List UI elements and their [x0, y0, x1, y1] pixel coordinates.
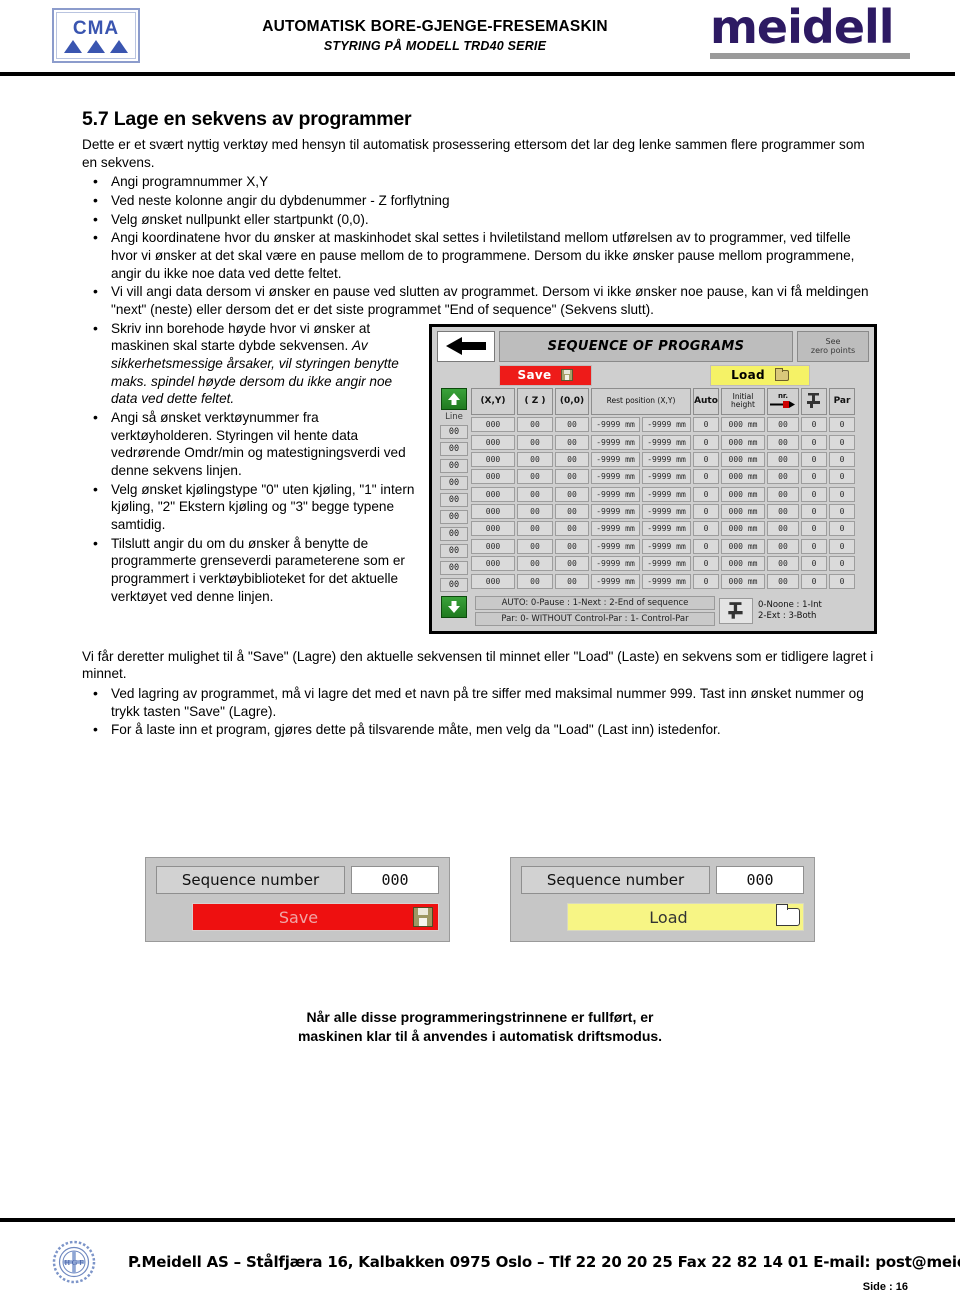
load-sequence-widget: Sequence number 000 Load: [510, 857, 815, 942]
header-divider: [0, 72, 955, 76]
list-item: Velg ønsket nullpunkt eller startpunkt (…: [82, 210, 877, 229]
closing-statement: Når alle disse programmeringstrinnene er…: [0, 1008, 960, 1046]
list-item: Skriv inn borehode høyde hvor vi ønsker …: [82, 319, 877, 408]
meidell-logo-text: meidell: [710, 0, 895, 54]
header-title-primary: AUTOMATISK BORE-GJENGE-FRESEMASKIN: [262, 18, 608, 35]
list-item: Tilslutt angir du om du ønsker å benytte…: [82, 534, 877, 606]
intro-paragraph: Dette er et svært nyttig verktøy med hen…: [82, 137, 865, 170]
document-content: 5.7 Lage en sekvens av programmer Dette …: [82, 108, 877, 740]
open-folder-icon: [775, 904, 800, 926]
save-load-widgets: Sequence number 000 Save Sequence number…: [0, 857, 960, 942]
load-button[interactable]: Load: [567, 903, 804, 931]
list-item: Ved lagring av programmet, må vi lagre d…: [82, 684, 877, 720]
load-sequence-number-label: Sequence number: [521, 866, 710, 894]
load-button-label: Load: [649, 907, 688, 927]
list-item: Ved neste kolonne angir du dybdenummer -…: [82, 191, 877, 210]
save-button[interactable]: Save: [192, 903, 439, 931]
list-item: Velg ønsket kjølingstype "0" uten kjølin…: [82, 480, 877, 534]
save-sequence-number-label: Sequence number: [156, 866, 345, 894]
footer-contact: P.Meidell AS – Stålfjæra 16, Kalbakken 0…: [128, 1253, 960, 1271]
bullet-list-top: Angi programnummer X,Y Ved neste kolonne…: [82, 172, 877, 318]
cma-logo: CMA: [52, 8, 140, 63]
coolant-legend-line2: 2-Ext : 3-Both: [758, 610, 817, 621]
meidell-logo: meidell: [710, 0, 910, 59]
floppy-disk-icon: [413, 907, 433, 927]
page-title: 5.7 Lage en sekvens av programmer: [82, 108, 412, 130]
cma-triangles-icon: [64, 39, 128, 53]
svg-text:H G F: H G F: [65, 1258, 84, 1267]
legend-par: Par: 0- WITHOUT Control-Par : 1- Control…: [475, 611, 715, 626]
footer-page-number: Side : 16: [862, 1281, 908, 1293]
list-item-plain: Skriv inn borehode høyde hvor vi ønsker …: [111, 320, 371, 354]
save-sequence-number-input[interactable]: 000: [351, 866, 439, 894]
save-button-label: Save: [278, 907, 319, 927]
bullet-list-wrapped: Skriv inn borehode høyde hvor vi ønsker …: [82, 319, 877, 606]
list-item: Vi vill angi data dersom vi ønsker en pa…: [82, 282, 877, 318]
list-item: Angi koordinatene hvor du ønsker at mask…: [82, 228, 877, 282]
page-header: CMA AUTOMATISK BORE-GJENGE-FRESEMASKIN S…: [0, 0, 960, 78]
hgf-seal-logo: H G F: [52, 1240, 96, 1284]
footer-divider: [0, 1218, 955, 1222]
cma-logo-text: CMA: [72, 17, 120, 39]
header-titles: AUTOMATISK BORE-GJENGE-FRESEMASKIN STYRI…: [170, 18, 700, 53]
saveload-intro-paragraph: Vi får deretter mulighet til å "Save" (L…: [82, 648, 874, 682]
list-item: Angi så ønsket verktøynummer fra verktøy…: [82, 408, 877, 480]
closing-line-2: maskinen klar til å anvendes i automatis…: [297, 1027, 663, 1044]
closing-line-1: Når alle disse programmeringstrinnene er…: [306, 1009, 654, 1025]
list-item: Angi programnummer X,Y: [82, 172, 877, 191]
list-item: For å laste inn et program, gjøres dette…: [82, 720, 877, 739]
bullet-list-saveload: Ved lagring av programmet, må vi lagre d…: [82, 684, 877, 739]
header-title-secondary: STYRING PÅ MODELL TRD40 SERIE: [323, 39, 547, 53]
hgf-seal-icon: H G F: [52, 1240, 96, 1284]
save-sequence-widget: Sequence number 000 Save: [145, 857, 450, 942]
load-sequence-number-input[interactable]: 000: [716, 866, 804, 894]
